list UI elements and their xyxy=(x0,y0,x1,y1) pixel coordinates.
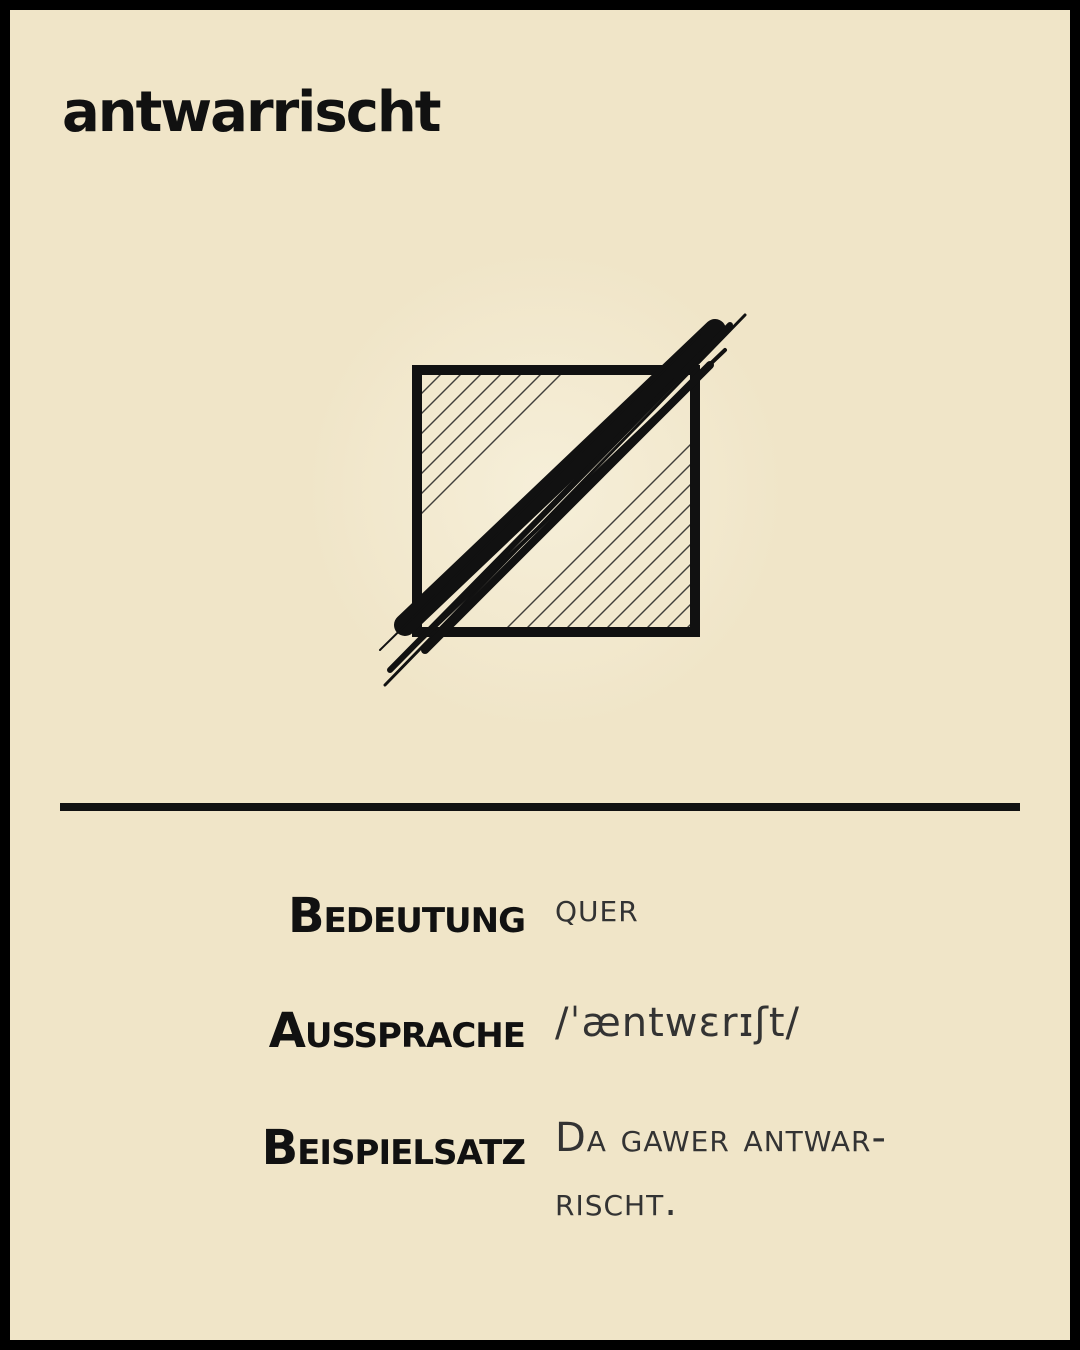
divider xyxy=(60,803,1020,811)
detail-value: quer xyxy=(555,885,639,931)
detail-value: /ˈæntwɛrɪʃt/ xyxy=(555,1000,801,1046)
headword: antwarrischt xyxy=(62,80,442,145)
dictionary-card: antwarrischt Bedeutung quer Aussprache /… xyxy=(10,10,1070,1340)
detail-label: Beispielsatz xyxy=(261,1120,526,1176)
crossed-square-sketch-icon xyxy=(305,250,785,730)
detail-label: Aussprache xyxy=(268,1003,526,1059)
detail-value: Da gawer antwar-rischt. xyxy=(555,1115,887,1225)
detail-label: Bedeutung xyxy=(287,888,526,944)
